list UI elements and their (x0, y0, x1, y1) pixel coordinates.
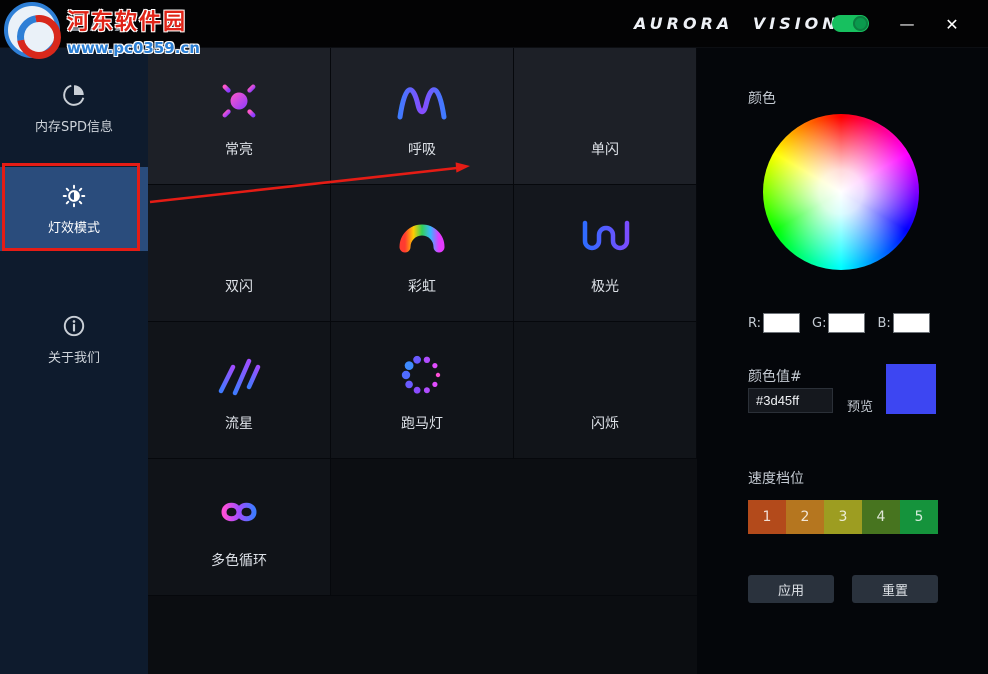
mode-tile-flicker[interactable]: 闪烁 (514, 322, 697, 459)
green-input[interactable] (828, 313, 866, 333)
sidebar-item-spd-info[interactable]: 内存SPD信息 (0, 73, 148, 143)
sidebar-item-label: 灯效模式 (47, 220, 100, 236)
meteor-streaks-icon (211, 347, 267, 403)
mode-label: 极光 (591, 279, 619, 295)
wave-m-icon (394, 73, 450, 129)
sidebar: 内存SPD信息 灯效模式 关于我们 (0, 48, 148, 674)
toggle-knob-icon (853, 16, 868, 31)
infinity-icon (211, 484, 267, 540)
empty-grid-cell (514, 459, 697, 596)
aurora-wave-icon (577, 210, 633, 266)
mode-label: 闪烁 (591, 416, 619, 432)
mode-tile-steady[interactable]: 常亮 (148, 48, 331, 185)
apply-button[interactable]: 应用 (748, 575, 834, 603)
blue-label: B: (877, 315, 891, 331)
color-section-label: 颜色 (748, 91, 776, 107)
app-window: GALAX AURORA VISION — ✕ 内存SPD信息 灯效模式 关于我… (0, 0, 988, 674)
equalizer-bars-icon (577, 347, 633, 403)
settings-panel: 颜色 R: G: B: 颜色值# 预览 速度档位 1 2 3 4 5 应用 重置 (697, 48, 988, 674)
mode-grid: 常亮 呼吸 单闪 双闪 彩虹 极光 流星 跑马灯 闪烁 多色循环 (148, 48, 697, 674)
green-label: G: (812, 315, 827, 331)
brand-title: AURORA VISION (634, 14, 840, 33)
brightness-icon (61, 183, 87, 209)
sidebar-item-about[interactable]: 关于我们 (0, 304, 148, 374)
rainbow-arc-icon (394, 210, 450, 266)
speed-section-label: 速度档位 (748, 471, 804, 487)
reset-button[interactable]: 重置 (852, 575, 938, 603)
mode-label: 流星 (225, 416, 253, 432)
mode-tile-rainbow[interactable]: 彩虹 (331, 185, 514, 322)
minimize-button[interactable]: — (894, 11, 920, 37)
sidebar-item-label: 关于我们 (47, 350, 100, 366)
titlebar: GALAX AURORA VISION — ✕ (0, 0, 988, 48)
speed-button-4[interactable]: 4 (862, 500, 900, 534)
color-wheel[interactable] (763, 114, 919, 270)
pie-chart-icon (61, 82, 87, 108)
speed-selector: 1 2 3 4 5 (748, 500, 938, 534)
preview-label: 预览 (847, 400, 874, 415)
mode-tile-color-cycle[interactable]: 多色循环 (148, 459, 331, 596)
sun-icon (211, 73, 267, 129)
mode-label: 双闪 (225, 279, 253, 295)
empty-grid-cell (331, 459, 514, 596)
speed-button-5[interactable]: 5 (900, 500, 938, 534)
sidebar-item-label: 内存SPD信息 (34, 119, 114, 135)
rgb-inputs: R: G: B: (748, 313, 943, 333)
mode-tile-single-flash[interactable]: 单闪 (514, 48, 697, 185)
red-input[interactable] (763, 313, 801, 333)
mode-tile-breathing[interactable]: 呼吸 (331, 48, 514, 185)
info-icon (61, 313, 87, 339)
mode-label: 跑马灯 (401, 416, 443, 432)
equalizer-bars-icon (577, 73, 633, 129)
galax-logo: GALAX (18, 12, 139, 36)
mode-tile-aurora[interactable]: 极光 (514, 185, 697, 322)
power-toggle[interactable] (832, 15, 869, 32)
red-label: R: (748, 315, 762, 331)
mode-label: 多色循环 (211, 553, 267, 569)
mode-tile-marquee[interactable]: 跑马灯 (331, 322, 514, 459)
dot-circle-icon (394, 347, 450, 403)
speed-button-3[interactable]: 3 (824, 500, 862, 534)
mode-tiles: 常亮 呼吸 单闪 双闪 彩虹 极光 流星 跑马灯 闪烁 多色循环 (148, 48, 697, 596)
equalizer-bars-icon (211, 210, 267, 266)
mode-label: 彩虹 (408, 279, 436, 295)
hex-value-label: 颜色值# (748, 369, 802, 385)
mode-label: 呼吸 (408, 142, 436, 158)
speed-button-1[interactable]: 1 (748, 500, 786, 534)
mode-label: 单闪 (591, 142, 619, 158)
blue-input[interactable] (892, 313, 930, 333)
speed-button-2[interactable]: 2 (786, 500, 824, 534)
mode-tile-meteor[interactable]: 流星 (148, 322, 331, 459)
sidebar-item-light-mode[interactable]: 灯效模式 (0, 167, 148, 251)
color-preview-swatch (886, 364, 936, 414)
close-button[interactable]: ✕ (939, 11, 965, 37)
hex-color-input[interactable] (748, 388, 833, 413)
mode-tile-double-flash[interactable]: 双闪 (148, 185, 331, 322)
mode-label: 常亮 (225, 142, 253, 158)
